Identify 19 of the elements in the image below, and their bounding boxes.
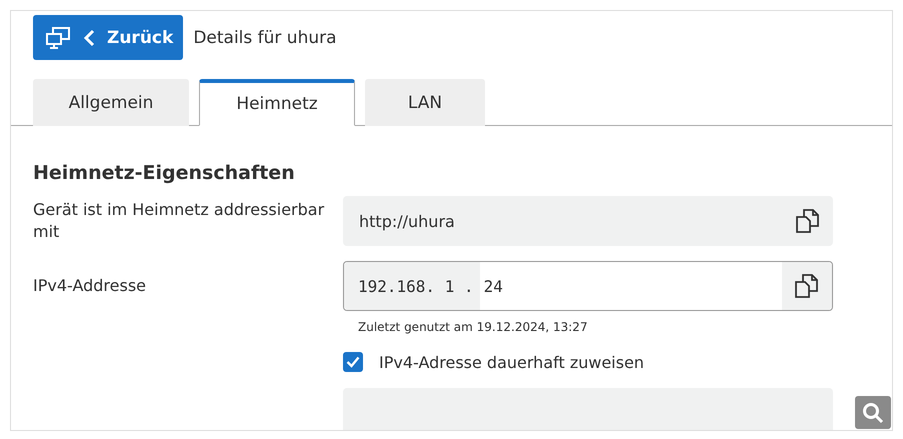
checkbox-label: IPv4-Adresse dauerhaft zuweisen — [379, 352, 644, 372]
tab[interactable]: Heimnetz — [199, 79, 355, 126]
last-used-note: Zuletzt genutzt am 19.12.2024, 13:27 — [358, 320, 589, 334]
copy-icon[interactable] — [794, 274, 820, 298]
field-label: IPv4-Addresse — [33, 275, 147, 297]
hostname-field: http://uhura — [343, 196, 833, 246]
network-icon — [45, 26, 71, 48]
section-heading: Heimnetz-Eigenschaften — [33, 162, 296, 184]
tab[interactable]: Allgemein — [33, 79, 189, 126]
page-title: Details für uhura — [193, 28, 337, 48]
copy-icon[interactable] — [795, 209, 821, 233]
search-button[interactable] — [855, 396, 891, 429]
search-icon — [862, 402, 884, 424]
checkbox[interactable] — [343, 352, 363, 372]
chevron-left-icon — [83, 28, 95, 46]
ip-address-field[interactable]: 192.168. 1 . 24 — [343, 261, 833, 311]
back-button[interactable]: Zurück — [33, 15, 184, 60]
tab[interactable]: LAN — [365, 79, 485, 126]
field-label: Gerät ist im Heimnetz addressierbar mit — [33, 199, 326, 243]
